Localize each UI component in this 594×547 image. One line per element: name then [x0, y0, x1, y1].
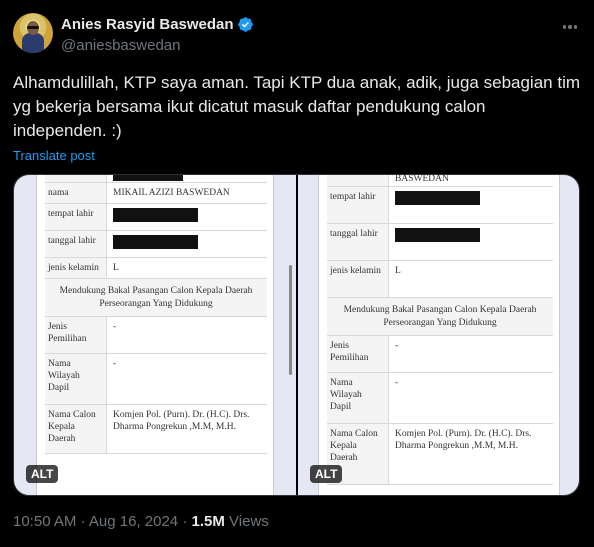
table-row: Jenis Pemilihan - — [327, 336, 553, 373]
scrollbar — [289, 265, 292, 375]
table-row: Nama Calon Kepala Daerah Komjen Pol. (Pu… — [45, 405, 267, 454]
media-image-left[interactable]: nama MIKAIL AZIZI BASWEDAN tempat lahir … — [14, 175, 296, 495]
alt-badge[interactable]: ALT — [26, 465, 59, 483]
table-row: jenis kelamin L — [45, 258, 267, 279]
table-row: Jenis Pemilihan - — [45, 317, 267, 354]
redaction-bar — [113, 235, 198, 249]
row-key: tempat lahir — [45, 204, 107, 230]
author-handle[interactable]: @aniesbaswedan — [61, 37, 254, 54]
row-value: Komjen Pol. (Purn). Dr. (H.C). Drs. Dhar… — [113, 410, 250, 432]
redaction-bar — [395, 228, 480, 242]
views-count: 1.5M — [191, 513, 225, 530]
translate-post-link[interactable]: Translate post — [13, 148, 95, 163]
table-row: BASWEDAN — [327, 175, 553, 187]
table-row: jenis kelamin L — [327, 261, 553, 298]
row-key: Jenis Pemilihan — [45, 317, 107, 353]
document-table: nama MIKAIL AZIZI BASWEDAN tempat lahir … — [45, 175, 267, 454]
tweet-text: Alhamdulillah, KTP saya aman. Tapi KTP d… — [13, 73, 581, 140]
meta-separator: · — [182, 513, 192, 530]
document-page: nama MIKAIL AZIZI BASWEDAN tempat lahir … — [36, 175, 274, 495]
section-row: Mendukung Bakal Pasangan Calon Kepala Da… — [327, 298, 553, 336]
table-row: Nama Wilayah Dapil - — [45, 354, 267, 405]
table-row — [45, 175, 267, 183]
section-row: Mendukung Bakal Pasangan Calon Kepala Da… — [45, 279, 267, 317]
tweet-time[interactable]: 10:50 AM — [13, 513, 76, 530]
row-key: Nama Calon Kepala Daerah — [45, 405, 107, 453]
author-display-name[interactable]: Anies Rasyid Baswedan — [61, 16, 234, 33]
avatar[interactable] — [13, 13, 53, 53]
row-value: - — [395, 378, 399, 388]
table-row: Nama Wilayah Dapil - — [327, 373, 553, 424]
redaction-bar — [113, 208, 198, 222]
alt-badge[interactable]: ALT — [310, 465, 343, 483]
row-key: tempat lahir — [327, 187, 389, 223]
document-table: BASWEDAN tempat lahir tanggal lahir jeni… — [327, 175, 553, 485]
row-key: tanggal lahir — [45, 231, 107, 257]
tweet-header: Anies Rasyid Baswedan @aniesbaswedan — [13, 13, 582, 61]
row-key: nama — [45, 183, 107, 203]
row-key: tanggal lahir — [327, 224, 389, 260]
tweet-media: nama MIKAIL AZIZI BASWEDAN tempat lahir … — [13, 174, 580, 496]
row-value: L — [395, 266, 401, 276]
more-options-icon[interactable] — [560, 17, 580, 37]
tweet-meta: 10:50 AM · Aug 16, 2024 · 1.5M Views — [13, 513, 269, 530]
author-name-row[interactable]: Anies Rasyid Baswedan — [61, 16, 254, 33]
table-row: tanggal lahir — [327, 224, 553, 261]
row-value: Komjen Pol. (Purn). Dr. (H.C). Drs. Dhar… — [395, 429, 532, 451]
row-key: Nama Wilayah Dapil — [45, 354, 107, 404]
tweet-date[interactable]: Aug 16, 2024 — [89, 513, 178, 530]
table-row: tanggal lahir — [45, 231, 267, 258]
row-value: MIKAIL AZIZI BASWEDAN — [113, 188, 230, 198]
document-page: BASWEDAN tempat lahir tanggal lahir jeni… — [318, 175, 560, 495]
row-key: Jenis Pemilihan — [327, 336, 389, 372]
row-key: jenis kelamin — [45, 258, 107, 278]
table-row: Nama Calon Kepala Daerah Komjen Pol. (Pu… — [327, 424, 553, 485]
row-value: L — [113, 263, 119, 273]
views-label: Views — [229, 513, 269, 530]
row-key: Nama Wilayah Dapil — [327, 373, 389, 423]
media-image-right[interactable]: BASWEDAN tempat lahir tanggal lahir jeni… — [298, 175, 579, 495]
row-key: jenis kelamin — [327, 261, 389, 297]
table-row: nama MIKAIL AZIZI BASWEDAN — [45, 183, 267, 204]
row-value: BASWEDAN — [395, 175, 449, 184]
row-value: - — [395, 341, 399, 351]
verified-badge-icon — [237, 17, 253, 32]
table-row: tempat lahir — [45, 204, 267, 231]
redaction-bar — [395, 191, 480, 205]
row-value: - — [113, 359, 117, 369]
row-value: - — [113, 322, 117, 332]
author-block: Anies Rasyid Baswedan @aniesbaswedan — [61, 16, 254, 54]
table-row: tempat lahir — [327, 187, 553, 224]
meta-separator: · — [80, 513, 89, 530]
